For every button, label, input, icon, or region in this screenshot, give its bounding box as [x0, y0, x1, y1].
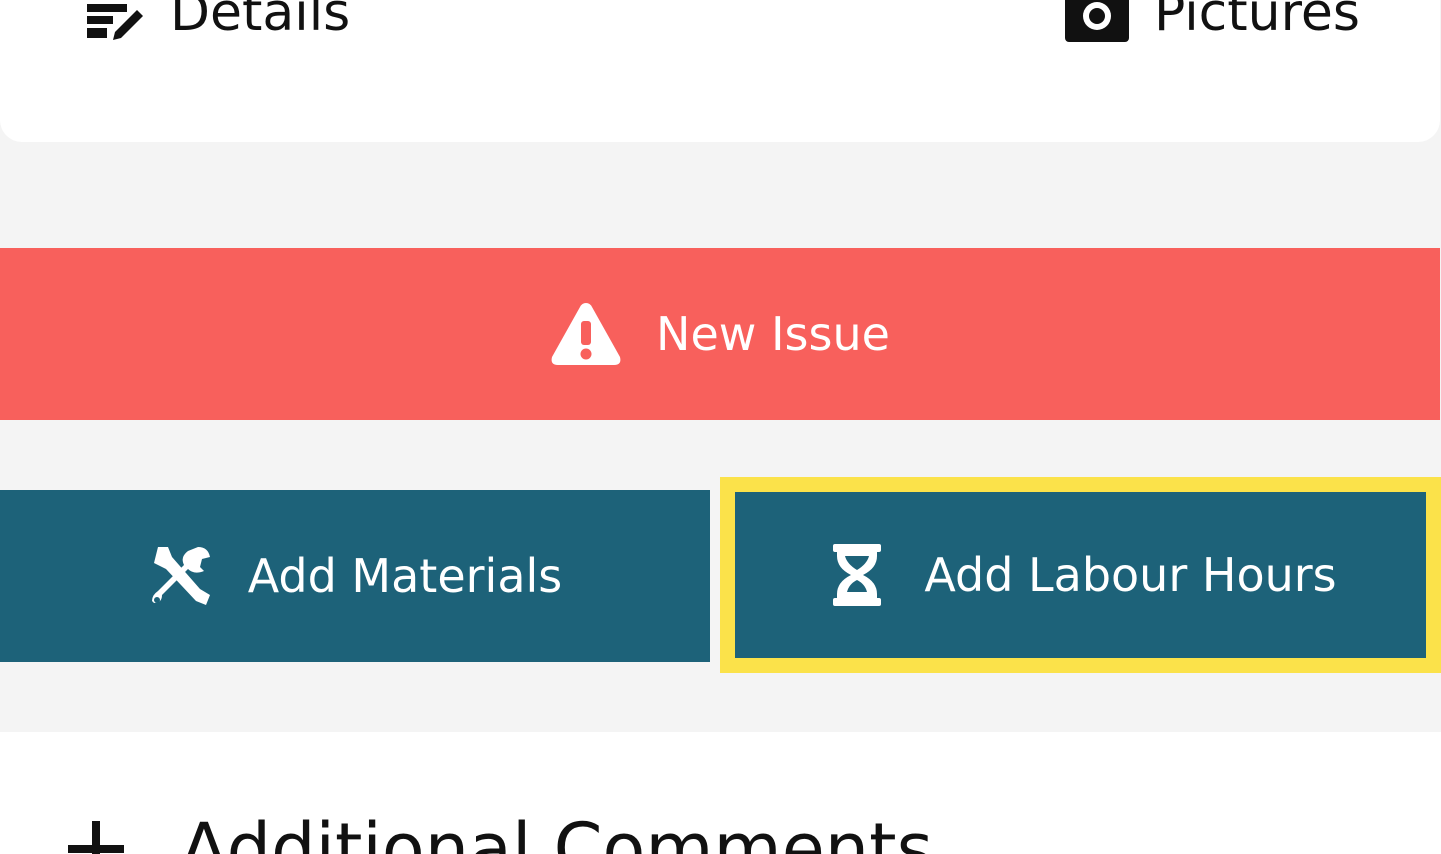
additional-comments-toggle[interactable]: Additional Comments — [68, 808, 933, 854]
add-labour-hours-label: Add Labour Hours — [924, 548, 1337, 602]
add-materials-label: Add Materials — [247, 549, 563, 603]
edit-note-icon — [82, 0, 148, 42]
tab-details-label: Details — [170, 0, 351, 43]
new-issue-button[interactable]: New Issue — [0, 248, 1440, 420]
page: Details Pictures New Issue Add Materials… — [0, 0, 1441, 854]
tab-details[interactable]: Details — [82, 0, 350, 48]
plus-icon — [68, 821, 124, 854]
tools-icon — [148, 543, 214, 609]
additional-comments-label: Additional Comments — [180, 808, 934, 854]
add-labour-hours-button[interactable]: Add Labour Hours — [735, 492, 1426, 658]
tab-pictures[interactable]: Pictures — [1064, 0, 1360, 48]
tab-pictures-label: Pictures — [1154, 0, 1360, 43]
tab-card: Details Pictures — [0, 0, 1440, 142]
hourglass-icon — [824, 542, 890, 608]
add-materials-button[interactable]: Add Materials — [0, 490, 710, 662]
warning-icon — [550, 301, 622, 367]
new-issue-label: New Issue — [656, 307, 890, 361]
camera-icon — [1064, 0, 1130, 42]
